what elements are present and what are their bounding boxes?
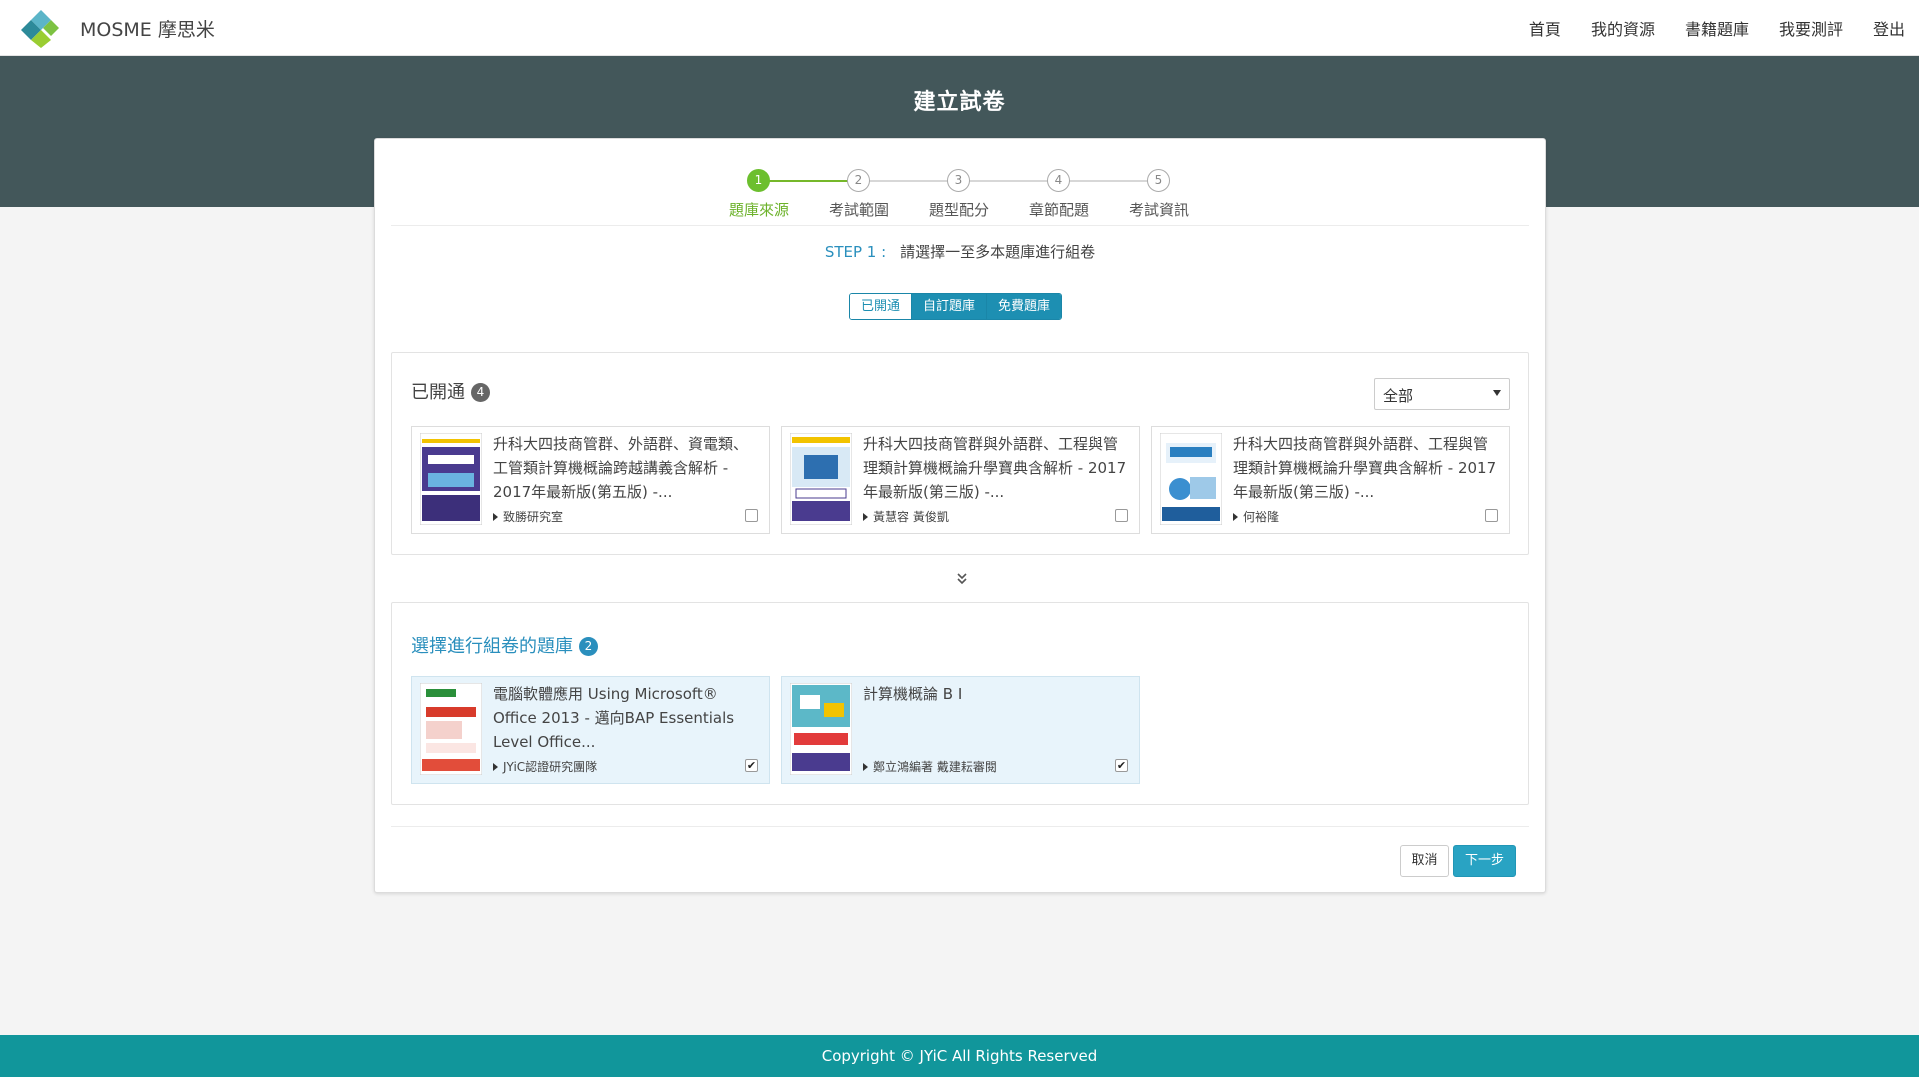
tab-custom-bank[interactable]: 自訂題庫 <box>911 294 987 319</box>
source-tabs: 已開通 自訂題庫 免費題庫 <box>849 293 1063 320</box>
step-5-label: 考試資訊 <box>1128 201 1189 219</box>
book-author: 黃慧容 黃俊凱 <box>863 508 949 525</box>
stepper-divider <box>391 225 1529 226</box>
mosme-logo-icon[interactable] <box>20 7 62 49</box>
book-author: 鄭立鴻編著 戴建耘審閱 <box>863 758 997 775</box>
nav-link-assessment[interactable]: 我要測評 <box>1779 16 1843 40</box>
opened-books-panel: 已開通 4 全部 升科大四技商管群、外語群、資電類、工管類計算機概論跨越講義含解析… <box>391 352 1529 555</box>
book-checkbox[interactable] <box>745 509 758 522</box>
opened-count-badge: 4 <box>471 383 490 402</box>
step-5-dot[interactable]: 5 <box>1147 169 1170 192</box>
book-title[interactable]: 升科大四技商管群與外語群、工程與管理類計算機概論升學寶典含解析 - 2017年最… <box>1233 432 1499 504</box>
book-title[interactable]: 計算機概論 B I <box>863 682 1129 706</box>
book-title[interactable]: 升科大四技商管群、外語群、資電類、工管類計算機概論跨越講義含解析 - 2017年… <box>493 432 759 504</box>
book-checkbox[interactable] <box>1485 509 1498 522</box>
page-footer: Copyright © JYiC All Rights Reserved <box>0 1035 1919 1077</box>
book-cover-image <box>420 683 482 775</box>
book-cover-image <box>1160 433 1222 525</box>
book-card[interactable]: 升科大四技商管群、外語群、資電類、工管類計算機概論跨越講義含解析 - 2017年… <box>411 426 770 534</box>
filter-select[interactable]: 全部 <box>1374 378 1510 410</box>
wizard-stepper: 1 2 3 4 5 題庫來源 考試範圍 題型配分 章節配題 考試資訊 <box>375 153 1545 223</box>
book-author: 致勝研究室 <box>493 508 563 525</box>
selected-count-badge: 2 <box>579 637 598 656</box>
selected-books-panel: 選擇進行組卷的題庫 2 電腦軟體應用 Using Microsoft® Offic… <box>391 602 1529 805</box>
book-cover-image <box>790 433 852 525</box>
book-checkbox-checked[interactable]: ✔ <box>1115 759 1128 772</box>
step-instruction: STEP 1 : 請選擇一至多本題庫進行組卷 <box>375 241 1545 262</box>
tab-free-bank[interactable]: 免費題庫 <box>986 294 1062 319</box>
selected-book-card[interactable]: 計算機概論 B I 鄭立鴻編著 戴建耘審閱 ✔ <box>781 676 1140 784</box>
nav-link-home[interactable]: 首頁 <box>1529 16 1561 40</box>
book-title[interactable]: 升科大四技商管群與外語群、工程與管理類計算機概論升學寶典含解析 - 2017年最… <box>863 432 1129 504</box>
step-instruction-text: 請選擇一至多本題庫進行組卷 <box>900 243 1096 261</box>
create-exam-card: 1 2 3 4 5 題庫來源 考試範圍 題型配分 章節配題 考試資訊 STEP … <box>374 138 1546 893</box>
step-3-dot[interactable]: 3 <box>947 169 970 192</box>
next-step-button[interactable]: 下一步 <box>1453 845 1516 877</box>
book-author: JYiC認證研究團隊 <box>493 758 597 775</box>
caret-down-icon <box>1493 390 1501 396</box>
step-number-label: STEP 1 : <box>824 243 887 261</box>
double-chevron-down-icon[interactable] <box>956 572 968 586</box>
opened-title-text: 已開通 <box>411 382 465 403</box>
selected-book-card[interactable]: 電腦軟體應用 Using Microsoft® Office 2013 - 邁向… <box>411 676 770 784</box>
book-title[interactable]: 電腦軟體應用 Using Microsoft® Office 2013 - 邁向… <box>493 682 759 754</box>
book-cover-image <box>790 683 852 775</box>
step-2-label: 考試範圍 <box>828 201 889 219</box>
book-checkbox[interactable] <box>1115 509 1128 522</box>
step-4-dot[interactable]: 4 <box>1047 169 1070 192</box>
top-navbar: MOSME 摩思米 首頁 我的資源 書籍題庫 我要測評 登出 <box>0 0 1919 56</box>
opened-panel-title: 已開通 4 <box>411 378 490 404</box>
step-2-dot[interactable]: 2 <box>847 169 870 192</box>
step-4-label: 章節配題 <box>1028 201 1089 219</box>
selected-title-text: 選擇進行組卷的題庫 <box>411 636 573 657</box>
nav-links: 首頁 我的資源 書籍題庫 我要測評 登出 <box>1529 16 1905 40</box>
step-1-dot[interactable]: 1 <box>747 169 770 192</box>
nav-link-book-bank[interactable]: 書籍題庫 <box>1685 16 1749 40</box>
book-card[interactable]: 升科大四技商管群與外語群、工程與管理類計算機概論升學寶典含解析 - 2017年最… <box>781 426 1140 534</box>
filter-selected-value: 全部 <box>1383 387 1414 405</box>
brand-name[interactable]: MOSME 摩思米 <box>80 15 215 42</box>
step-1-label: 題庫來源 <box>728 201 789 219</box>
nav-link-logout[interactable]: 登出 <box>1873 16 1905 40</box>
selected-panel-title: 選擇進行組卷的題庫 2 <box>411 632 598 658</box>
step-connector <box>758 180 858 182</box>
book-cover-image <box>420 433 482 525</box>
cancel-button[interactable]: 取消 <box>1400 845 1449 877</box>
nav-link-my-resources[interactable]: 我的資源 <box>1591 16 1655 40</box>
tab-opened[interactable]: 已開通 <box>850 294 912 319</box>
book-author: 何裕隆 <box>1233 508 1279 525</box>
page-title: 建立試卷 <box>913 90 1006 115</box>
footer-divider <box>391 826 1529 827</box>
step-3-label: 題型配分 <box>928 201 989 219</box>
book-checkbox-checked[interactable]: ✔ <box>745 759 758 772</box>
book-card[interactable]: 升科大四技商管群與外語群、工程與管理類計算機概論升學寶典含解析 - 2017年最… <box>1151 426 1510 534</box>
step-connector <box>858 180 1158 182</box>
